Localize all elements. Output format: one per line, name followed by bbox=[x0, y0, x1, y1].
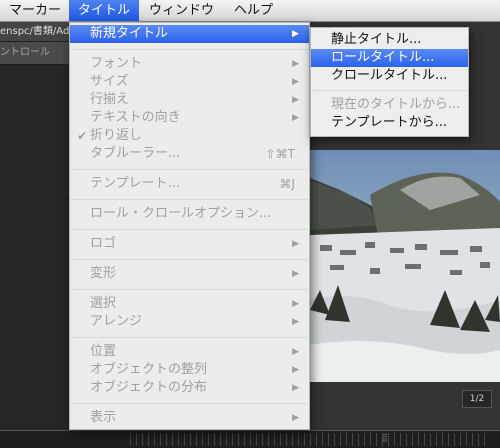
menu-separator bbox=[71, 337, 308, 338]
menu-item-label: フォント bbox=[90, 56, 143, 71]
submenu-item-still-title[interactable]: 静止タイトル... bbox=[311, 31, 468, 49]
menu-item-label: タブルーラー... bbox=[90, 146, 181, 161]
menu-item-label: 位置 bbox=[90, 344, 117, 359]
menu-item-label: 現在のタイトルから... bbox=[331, 97, 461, 112]
menu-item-view[interactable]: 表示 ▶ bbox=[70, 409, 309, 427]
menu-item-label: ロール・クロールオプション... bbox=[90, 206, 272, 221]
menu-item-label: 選択 bbox=[90, 296, 117, 311]
menu-item-label: ロールタイトル... bbox=[331, 50, 435, 65]
menu-item-font[interactable]: フォント ▶ bbox=[70, 55, 309, 73]
menu-item-align-objects[interactable]: オブジェクトの整列 ▶ bbox=[70, 361, 309, 379]
checkmark-icon: ✔ bbox=[77, 129, 88, 143]
menu-item-label: テキストの向き bbox=[90, 110, 181, 125]
submenu-item-from-current[interactable]: 現在のタイトルから... bbox=[311, 96, 468, 114]
menu-item-label: テンプレート... bbox=[90, 176, 181, 191]
menu-separator bbox=[71, 289, 308, 290]
menu-separator bbox=[71, 229, 308, 230]
menu-separator bbox=[71, 259, 308, 260]
timeline-ruler bbox=[130, 433, 490, 446]
menu-item-label: 新規タイトル bbox=[90, 26, 169, 41]
menu-item-transform[interactable]: 変形 ▶ bbox=[70, 265, 309, 283]
submenu-arrow-icon: ▶ bbox=[292, 113, 299, 123]
menu-item-arrange[interactable]: アレンジ ▶ bbox=[70, 313, 309, 331]
shortcut-label: ⇧⌘T bbox=[265, 147, 295, 161]
shortcut-label: ⌘J bbox=[279, 177, 295, 191]
title-menu-dropdown: 新規タイトル ▶ フォント ▶ サイズ ▶ 行揃え ▶ テキストの向き ▶ ✔ … bbox=[69, 22, 310, 430]
menu-item-label: 表示 bbox=[90, 410, 117, 425]
menu-item-select[interactable]: 選択 ▶ bbox=[70, 295, 309, 313]
menu-item-template[interactable]: テンプレート... ⌘J bbox=[70, 175, 309, 193]
menu-item-label: サイズ bbox=[90, 74, 129, 89]
menu-item-label: 行揃え bbox=[90, 92, 130, 107]
effect-controls-tab[interactable]: ントロール bbox=[0, 42, 72, 65]
menu-item-position[interactable]: 位置 ▶ bbox=[70, 343, 309, 361]
menu-window[interactable]: ウィンドウ bbox=[140, 0, 223, 21]
menu-item-label: クロールタイトル... bbox=[331, 68, 448, 83]
menu-bar: マーカー タイトル ウィンドウ ヘルプ bbox=[0, 0, 500, 22]
menu-title[interactable]: タイトル bbox=[69, 0, 140, 21]
menu-item-label: オブジェクトの分布 bbox=[90, 380, 208, 395]
menu-item-logo[interactable]: ロゴ ▶ bbox=[70, 235, 309, 253]
submenu-arrow-icon: ▶ bbox=[292, 59, 299, 69]
menu-item-label: 変形 bbox=[90, 266, 117, 281]
submenu-arrow-icon: ▶ bbox=[292, 365, 299, 375]
menu-separator bbox=[71, 403, 308, 404]
menu-separator bbox=[71, 49, 308, 50]
menu-item-size[interactable]: サイズ ▶ bbox=[70, 73, 309, 91]
submenu-arrow-icon: ▶ bbox=[292, 77, 299, 87]
submenu-arrow-icon: ▶ bbox=[292, 347, 299, 357]
menu-item-label: 静止タイトル... bbox=[331, 32, 422, 47]
submenu-item-from-template[interactable]: テンプレートから... bbox=[311, 114, 468, 132]
menu-item-text-direction[interactable]: テキストの向き ▶ bbox=[70, 109, 309, 127]
menu-marker[interactable]: マーカー bbox=[0, 0, 70, 21]
menu-item-label: テンプレートから... bbox=[331, 115, 448, 130]
submenu-arrow-icon: ▶ bbox=[292, 29, 299, 39]
submenu-item-crawl-title[interactable]: クロールタイトル... bbox=[311, 67, 468, 85]
menu-item-tab-ruler[interactable]: タブルーラー... ⇧⌘T bbox=[70, 145, 309, 163]
menu-item-wrap[interactable]: ✔ 折り返し bbox=[70, 127, 309, 145]
timeline-strip[interactable] bbox=[0, 430, 500, 448]
menu-separator bbox=[71, 169, 308, 170]
menu-item-distribute-objects[interactable]: オブジェクトの分布 ▶ bbox=[70, 379, 309, 397]
menu-item-label: 折り返し bbox=[90, 128, 143, 143]
menu-item-align[interactable]: 行揃え ▶ bbox=[70, 91, 309, 109]
menu-item-new-title[interactable]: 新規タイトル ▶ bbox=[70, 25, 309, 43]
program-video-frame bbox=[310, 150, 500, 382]
menu-item-label: アレンジ bbox=[90, 314, 143, 329]
left-panel bbox=[0, 65, 73, 430]
submenu-item-roll-title[interactable]: ロールタイトル... bbox=[311, 49, 468, 67]
project-path: enspc/書類/Ad bbox=[0, 22, 72, 42]
submenu-arrow-icon: ▶ bbox=[292, 239, 299, 249]
submenu-arrow-icon: ▶ bbox=[292, 317, 299, 327]
submenu-arrow-icon: ▶ bbox=[292, 95, 299, 105]
menu-item-label: ロゴ bbox=[90, 236, 117, 251]
frame-counter: 1/2 bbox=[462, 390, 492, 408]
menu-item-roll-crawl-options[interactable]: ロール・クロールオプション... bbox=[70, 205, 309, 223]
resize-grip-icon[interactable]: ⣿ bbox=[382, 434, 394, 442]
menu-help[interactable]: ヘルプ bbox=[225, 0, 282, 21]
submenu-arrow-icon: ▶ bbox=[292, 383, 299, 393]
menu-separator bbox=[71, 199, 308, 200]
submenu-arrow-icon: ▶ bbox=[292, 269, 299, 279]
submenu-arrow-icon: ▶ bbox=[292, 413, 299, 423]
new-title-submenu: 静止タイトル... ロールタイトル... クロールタイトル... 現在のタイトル… bbox=[310, 27, 469, 137]
submenu-arrow-icon: ▶ bbox=[292, 299, 299, 309]
menu-separator bbox=[312, 90, 467, 91]
menu-item-label: オブジェクトの整列 bbox=[90, 362, 208, 377]
